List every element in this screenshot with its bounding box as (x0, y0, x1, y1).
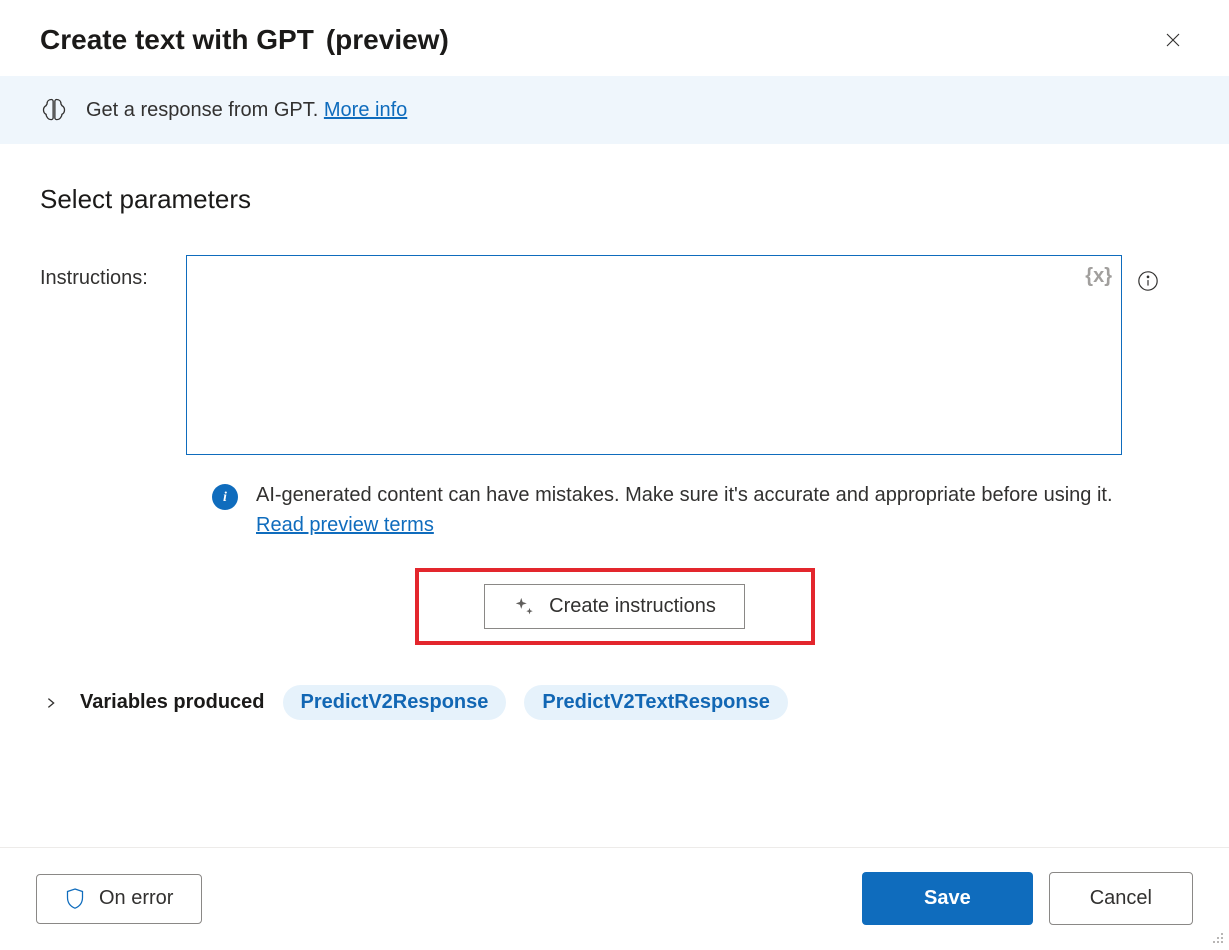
variable-pill-1[interactable]: PredictV2TextResponse (524, 685, 788, 720)
cancel-button[interactable]: Cancel (1049, 872, 1193, 925)
more-info-link[interactable]: More info (324, 99, 407, 121)
footer-actions: Save Cancel (862, 872, 1193, 925)
dialog-title: Create text with GPT (40, 24, 314, 56)
info-badge-icon: i (212, 484, 238, 510)
create-instructions-button[interactable]: Create instructions (484, 584, 745, 629)
shield-icon (65, 887, 85, 911)
preview-terms-link[interactable]: Read preview terms (256, 514, 434, 536)
on-error-button[interactable]: On error (36, 874, 202, 924)
instructions-info-button[interactable] (1136, 269, 1160, 293)
content: Select parameters Instructions: {x} i AI… (0, 144, 1229, 645)
ai-disclaimer: i AI-generated content can have mistakes… (212, 480, 1132, 540)
variables-label: Variables produced (80, 691, 265, 714)
variable-pill-0[interactable]: PredictV2Response (283, 685, 507, 720)
close-button[interactable] (1157, 24, 1189, 56)
dialog-header: Create text with GPT (preview) (0, 0, 1229, 76)
brain-icon (40, 96, 68, 124)
info-icon (1137, 270, 1159, 292)
variables-row: Variables produced PredictV2Response Pre… (0, 685, 1229, 720)
resize-grip[interactable] (1209, 929, 1225, 945)
banner-text: Get a response from GPT. (86, 99, 324, 121)
create-instructions-label: Create instructions (549, 595, 716, 618)
ai-disclaimer-text-wrap: AI-generated content can have mistakes. … (256, 480, 1132, 540)
instructions-row: Instructions: {x} (40, 255, 1189, 460)
instructions-label: Instructions: (40, 255, 172, 290)
instructions-wrap: {x} (186, 255, 1122, 460)
save-button[interactable]: Save (862, 872, 1033, 925)
chevron-right-icon (44, 696, 58, 710)
info-banner: Get a response from GPT. More info (0, 76, 1229, 144)
sparkle-icon (513, 596, 535, 618)
insert-variable-button[interactable]: {x} (1085, 265, 1112, 288)
instructions-input[interactable] (186, 255, 1122, 455)
banner-text-wrap: Get a response from GPT. More info (86, 99, 407, 122)
on-error-label: On error (99, 887, 173, 910)
variables-toggle[interactable] (40, 692, 62, 714)
dialog-footer: On error Save Cancel (0, 847, 1229, 949)
ai-disclaimer-text: AI-generated content can have mistakes. … (256, 484, 1113, 506)
title-wrap: Create text with GPT (preview) (40, 24, 449, 56)
close-icon (1164, 31, 1182, 49)
highlight-annotation: Create instructions (415, 568, 815, 645)
resize-grip-icon (1209, 929, 1225, 945)
section-title: Select parameters (40, 184, 1189, 215)
preview-tag: (preview) (326, 24, 449, 56)
